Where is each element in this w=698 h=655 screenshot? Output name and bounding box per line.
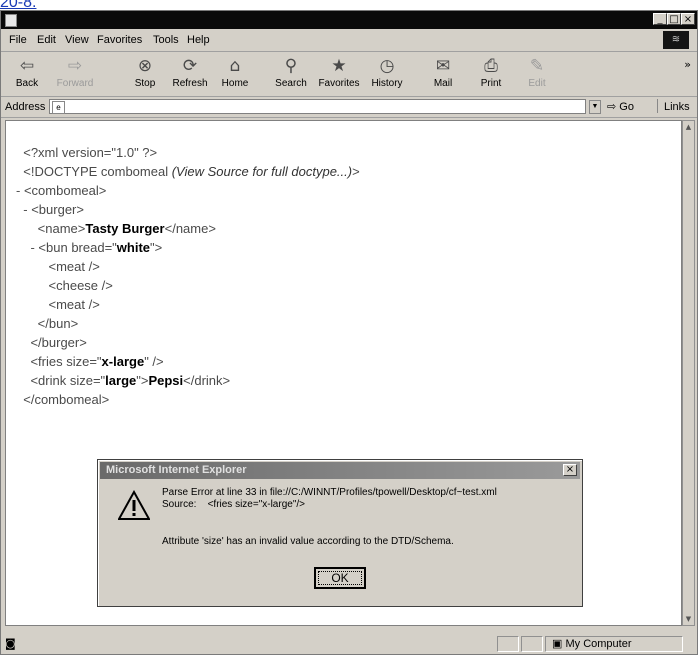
xml-combomeal-open[interactable]: - <combomeal>: [16, 181, 360, 200]
vertical-scrollbar[interactable]: ▲ ▼: [682, 120, 695, 626]
home-button[interactable]: ⌂ Home: [213, 54, 257, 89]
xml-meat: <meat />: [48, 259, 100, 274]
stop-label: Stop: [134, 78, 156, 89]
error-location: Parse Error at line 33 in file://C:/WINN…: [162, 487, 497, 498]
edit-button[interactable]: ✎ Edit: [515, 54, 559, 89]
browser-window: _ □ × File Edit View Favorites Tools Hel…: [0, 10, 698, 655]
dialog-title: Microsoft Internet Explorer: [106, 464, 247, 476]
toolbar-overflow-chevron-icon[interactable]: »: [684, 58, 691, 71]
mail-button[interactable]: ✉ Mail: [421, 54, 465, 89]
ok-button[interactable]: OK: [314, 567, 366, 589]
history-button[interactable]: ◷ History: [365, 54, 409, 89]
refresh-button[interactable]: ⟳ Refresh: [168, 54, 212, 89]
print-icon: ⎙: [484, 56, 498, 76]
xml-tree: <?xml version="1.0" ?> <!DOCTYPE combome…: [16, 143, 360, 409]
refresh-icon: ⟳: [182, 56, 198, 76]
warning-icon: [118, 490, 150, 520]
search-label: Search: [275, 78, 307, 89]
history-icon: ◷: [379, 56, 395, 76]
back-arrow-icon: ⇦: [19, 56, 35, 76]
back-label: Back: [15, 78, 39, 89]
status-bar: ◙ ▣ My Computer: [1, 627, 697, 654]
collapse-toggle[interactable]: -: [23, 202, 27, 217]
status-panel: [497, 636, 519, 652]
page-status-icon: ◙: [5, 637, 16, 650]
close-button[interactable]: ×: [681, 13, 695, 25]
title-bar[interactable]: _ □ ×: [1, 11, 697, 29]
links-button[interactable]: Links: [657, 99, 690, 113]
menu-file[interactable]: File: [9, 34, 27, 46]
search-button[interactable]: ⚲ Search: [269, 54, 313, 89]
xml-name: <name>Tasty Burger</name>: [37, 221, 216, 236]
history-label: History: [371, 78, 403, 89]
go-label: Go: [619, 101, 634, 113]
dialog-message: Parse Error at line 33 in file://C:/WINN…: [162, 487, 497, 511]
print-label: Print: [480, 78, 502, 89]
xml-meat: <meat />: [48, 297, 100, 312]
stop-button[interactable]: ⊗ Stop: [123, 54, 167, 89]
security-zone: ▣ My Computer: [545, 636, 683, 652]
home-icon: ⌂: [229, 56, 241, 76]
favorites-icon: ★: [331, 56, 347, 76]
standard-toolbar: ⇦ Back ⇨ Forward ⊗ Stop ⟳ Refresh ⌂ Home…: [1, 52, 697, 97]
focus-outline: [318, 571, 362, 585]
xml-drink: <drink size="large">Pepsi</drink>: [30, 373, 231, 388]
xml-doctype: <!DOCTYPE combomeal (View Source for ful…: [23, 164, 360, 179]
search-icon: ⚲: [284, 56, 298, 76]
xml-cheese: <cheese />: [48, 278, 113, 293]
xml-burger-open[interactable]: - <burger>: [16, 200, 360, 219]
forward-button[interactable]: ⇨ Forward: [53, 54, 97, 89]
forward-arrow-icon: ⇨: [67, 56, 83, 76]
error-source: Source: <fries size="x-large"/>: [162, 499, 305, 510]
collapse-toggle[interactable]: -: [16, 183, 20, 198]
status-panel: [521, 636, 543, 652]
page-icon: e: [52, 101, 65, 114]
error-dialog: Microsoft Internet Explorer × Parse Erro…: [97, 459, 583, 607]
zone-label: My Computer: [565, 638, 632, 650]
menu-tools[interactable]: Tools: [153, 34, 179, 46]
minimize-button[interactable]: _: [653, 13, 667, 25]
scroll-down-icon[interactable]: ▼: [683, 613, 694, 625]
address-dropdown-chevron-down-icon[interactable]: ▼: [589, 100, 601, 114]
xml-burger-close: </burger>: [30, 335, 87, 350]
xml-bun-open[interactable]: - <bun bread="white">: [16, 238, 360, 257]
maximize-button[interactable]: □: [667, 13, 681, 25]
mail-icon: ✉: [435, 56, 451, 76]
mail-label: Mail: [433, 78, 453, 89]
home-label: Home: [221, 78, 249, 89]
error-description: Attribute 'size' has an invalid value ac…: [162, 536, 454, 547]
back-button[interactable]: ⇦ Back: [5, 54, 49, 89]
favorites-label: Favorites: [318, 78, 360, 89]
edit-icon: ✎: [529, 56, 545, 76]
scroll-up-icon[interactable]: ▲: [683, 121, 694, 133]
edit-label: Edit: [528, 78, 546, 89]
favorites-button[interactable]: ★ Favorites: [317, 54, 361, 89]
forward-label: Forward: [56, 78, 94, 89]
address-input[interactable]: e: [49, 99, 586, 114]
computer-icon: ▣: [552, 638, 563, 650]
menu-help[interactable]: Help: [187, 34, 210, 46]
address-bar: Address e ▼ ⇨ Go Links: [1, 97, 697, 118]
menu-edit[interactable]: Edit: [37, 34, 56, 46]
menu-view[interactable]: View: [65, 34, 89, 46]
xml-declaration: <?xml version="1.0" ?>: [23, 145, 158, 160]
xml-bun-close: </bun>: [37, 316, 79, 331]
refresh-label: Refresh: [172, 78, 208, 89]
xml-combomeal-close: </combomeal>: [23, 392, 110, 407]
app-icon: [5, 14, 17, 27]
go-button[interactable]: ⇨ Go: [607, 100, 634, 113]
stop-icon: ⊗: [137, 56, 153, 76]
window-controls: _ □ ×: [653, 13, 695, 25]
dialog-close-button[interactable]: ×: [563, 464, 577, 476]
address-label: Address: [5, 101, 46, 113]
xml-fries: <fries size="x-large" />: [30, 354, 164, 369]
print-button[interactable]: ⎙ Print: [469, 54, 513, 89]
collapse-toggle[interactable]: -: [30, 240, 34, 255]
menu-bar: File Edit View Favorites Tools Help ≋: [1, 29, 697, 52]
ie-logo-icon: ≋: [663, 31, 689, 49]
go-arrow-icon: ⇨: [607, 101, 617, 113]
dialog-title-bar[interactable]: Microsoft Internet Explorer ×: [100, 462, 580, 479]
menu-favorites[interactable]: Favorites: [97, 34, 142, 46]
